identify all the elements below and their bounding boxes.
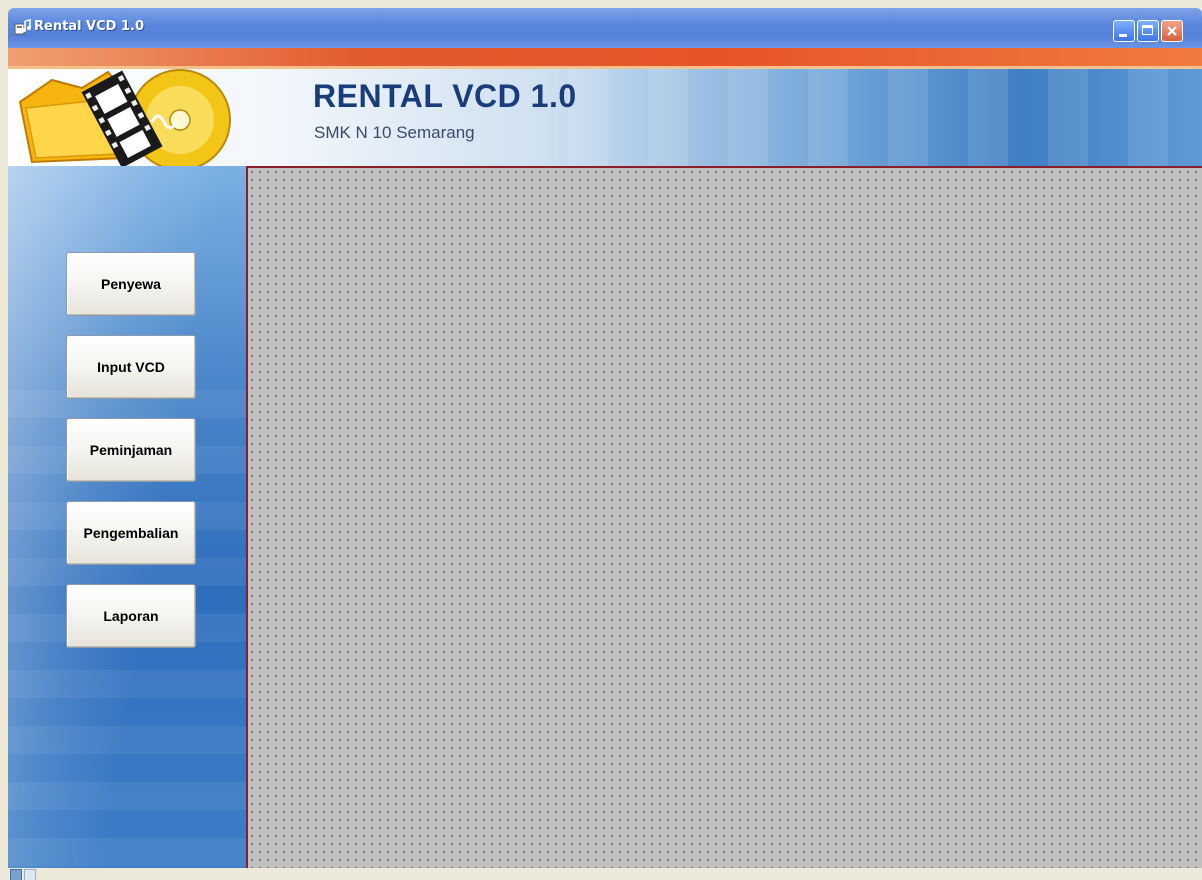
header-banner: RENTAL VCD 1.0 SMK N 10 Semarang: [8, 48, 1202, 166]
status-bar: [8, 868, 1202, 880]
app-icon: [14, 19, 31, 35]
maximize-icon: [1142, 25, 1153, 35]
header-decoration: [568, 68, 1202, 166]
minimize-icon: [1119, 34, 1127, 37]
app-subtitle: SMK N 10 Semarang: [314, 123, 475, 142]
input-vcd-button[interactable]: Input VCD: [66, 335, 196, 399]
status-icon: [10, 869, 22, 880]
pengembalian-button[interactable]: Pengembalian: [66, 501, 196, 565]
app-title: RENTAL VCD 1.0: [313, 78, 577, 114]
minimize-button[interactable]: [1113, 20, 1135, 42]
status-panel-icon: [24, 869, 36, 880]
title-bar[interactable]: Rental VCD 1.0: [8, 8, 1202, 48]
sidebar: Penyewa Input VCD Peminjaman Pengembalia…: [8, 166, 246, 868]
penyewa-button[interactable]: Penyewa: [66, 252, 196, 316]
main-content-area[interactable]: [246, 166, 1202, 868]
close-button[interactable]: [1161, 20, 1183, 42]
close-icon: [1167, 26, 1177, 36]
maximize-button[interactable]: [1137, 20, 1159, 42]
laporan-button[interactable]: Laporan: [66, 584, 196, 648]
window-title: Rental VCD 1.0: [34, 19, 144, 34]
app-logo: [18, 69, 231, 166]
app-window: Rental VCD 1.0 RENTAL VCD 1.0 SMK N 10 S…: [8, 8, 1202, 880]
peminjaman-button[interactable]: Peminjaman: [66, 418, 196, 482]
